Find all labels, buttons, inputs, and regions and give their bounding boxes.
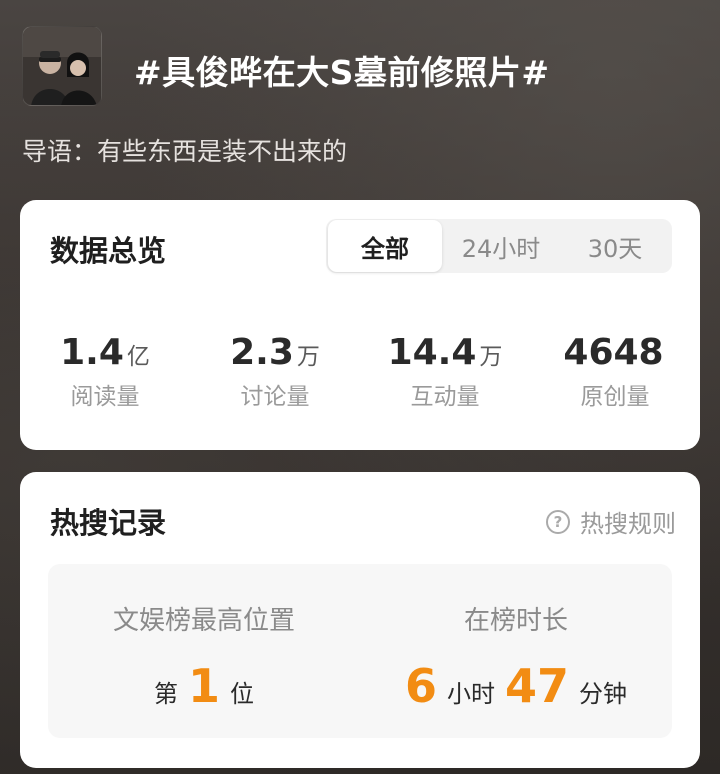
stat-discussions-value: 2.3 xyxy=(230,332,294,373)
time-range-tabs: 全部 24小时 30天 xyxy=(326,219,672,273)
stat-discussions-unit: 万 xyxy=(296,344,320,370)
stat-original: 4648 原创量 xyxy=(530,332,700,411)
highest-position-label: 文娱榜最高位置 xyxy=(112,606,295,636)
duration-hours-unit: 小时 xyxy=(447,680,495,708)
tab-24h[interactable]: 24小时 xyxy=(444,219,558,273)
topic-title: #具俊晔在大S墓前修照片# xyxy=(134,53,550,92)
highest-position-block: 文娱榜最高位置 第 1 位 xyxy=(48,564,360,738)
stat-reads-label: 阅读量 xyxy=(70,384,140,410)
stat-interactions-unit: 万 xyxy=(479,344,503,370)
duration-minutes: 47 xyxy=(505,659,570,713)
stat-interactions-value: 14.4 xyxy=(387,332,477,373)
hot-search-record-box: 文娱榜最高位置 第 1 位 在榜时长 6 小时 47 分钟 xyxy=(48,564,672,738)
stat-reads-value: 1.4 xyxy=(60,332,124,373)
duration-hours: 6 xyxy=(404,659,437,713)
hot-search-rules-link[interactable]: ? 热搜规则 xyxy=(546,504,676,539)
stat-discussions: 2.3 万 讨论量 xyxy=(190,332,360,411)
highest-position-value: 第 1 位 xyxy=(48,659,360,713)
position-prefix: 第 xyxy=(153,680,178,708)
stat-reads-unit: 亿 xyxy=(126,344,150,370)
hot-search-rules-label: 热搜规则 xyxy=(580,510,676,538)
position-suffix: 位 xyxy=(230,680,254,708)
duration-block: 在榜时长 6 小时 47 分钟 xyxy=(360,564,672,738)
topic-avatar[interactable] xyxy=(22,26,102,106)
tab-30d[interactable]: 30天 xyxy=(558,219,672,273)
topic-header: #具俊晔在大S墓前修照片# xyxy=(22,26,698,108)
overview-title: 数据总览 xyxy=(50,234,167,268)
position-number: 1 xyxy=(187,659,220,713)
duration-label: 在榜时长 xyxy=(463,606,568,636)
stat-reads: 1.4 亿 阅读量 xyxy=(20,332,190,411)
hot-search-title: 热搜记录 xyxy=(50,506,167,540)
stat-original-label: 原创量 xyxy=(580,384,650,410)
duration-minutes-unit: 分钟 xyxy=(579,680,628,708)
stat-interactions: 14.4 万 互动量 xyxy=(360,332,530,411)
stats-row: 1.4 亿 阅读量 2.3 万 讨论量 14.4 万 互动量 4648 原创量 xyxy=(20,332,700,411)
avatar-photo-icon xyxy=(23,27,101,105)
hot-search-card: 热搜记录 ? 热搜规则 文娱榜最高位置 第 1 位 在榜时长 6 小时 47 分… xyxy=(20,472,700,768)
stat-original-value: 4648 xyxy=(563,332,664,373)
data-overview-card: 数据总览 全部 24小时 30天 1.4 亿 阅读量 2.3 万 讨论量 14.4 万… xyxy=(20,200,700,450)
stat-interactions-label: 互动量 xyxy=(410,384,480,410)
stat-discussions-label: 讨论量 xyxy=(240,384,310,410)
question-icon: ? xyxy=(546,509,570,534)
duration-value: 6 小时 47 分钟 xyxy=(360,659,672,713)
tab-all[interactable]: 全部 xyxy=(328,220,442,272)
lead-text: 导语：有些东西是装不出来的 xyxy=(22,137,348,166)
